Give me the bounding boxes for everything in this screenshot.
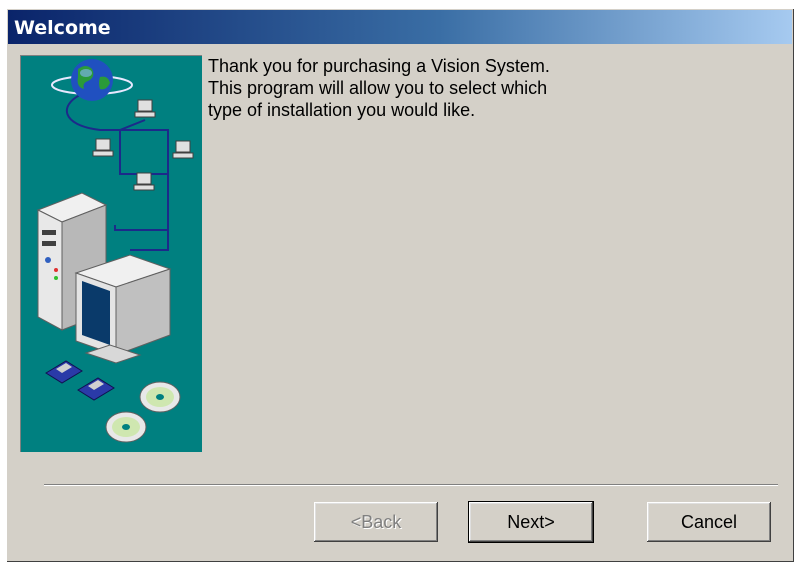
- monitor-icon: [74, 254, 172, 364]
- title-bar[interactable]: Welcome: [8, 10, 792, 44]
- welcome-message: Thank you for purchasing a Vision System…: [208, 55, 768, 121]
- globe-icon: [51, 59, 133, 101]
- window-title: Welcome: [14, 17, 111, 39]
- floppy-disk-icon: [45, 360, 115, 401]
- message-line: Thank you for purchasing a Vision System…: [208, 56, 550, 76]
- button-separator: [44, 484, 778, 486]
- cd-icon: [105, 381, 181, 443]
- message-line: This program will allow you to select wh…: [208, 78, 548, 98]
- cancel-button[interactable]: Cancel: [647, 502, 771, 542]
- welcome-dialog: Welcome Thank you for purchasing a Visio…: [6, 8, 794, 562]
- back-button[interactable]: <Back: [314, 502, 438, 542]
- next-button[interactable]: Next>: [468, 501, 594, 543]
- setup-illustration: [20, 55, 202, 452]
- network-computer-icon: [92, 99, 194, 191]
- message-line: type of installation you would like.: [208, 100, 476, 120]
